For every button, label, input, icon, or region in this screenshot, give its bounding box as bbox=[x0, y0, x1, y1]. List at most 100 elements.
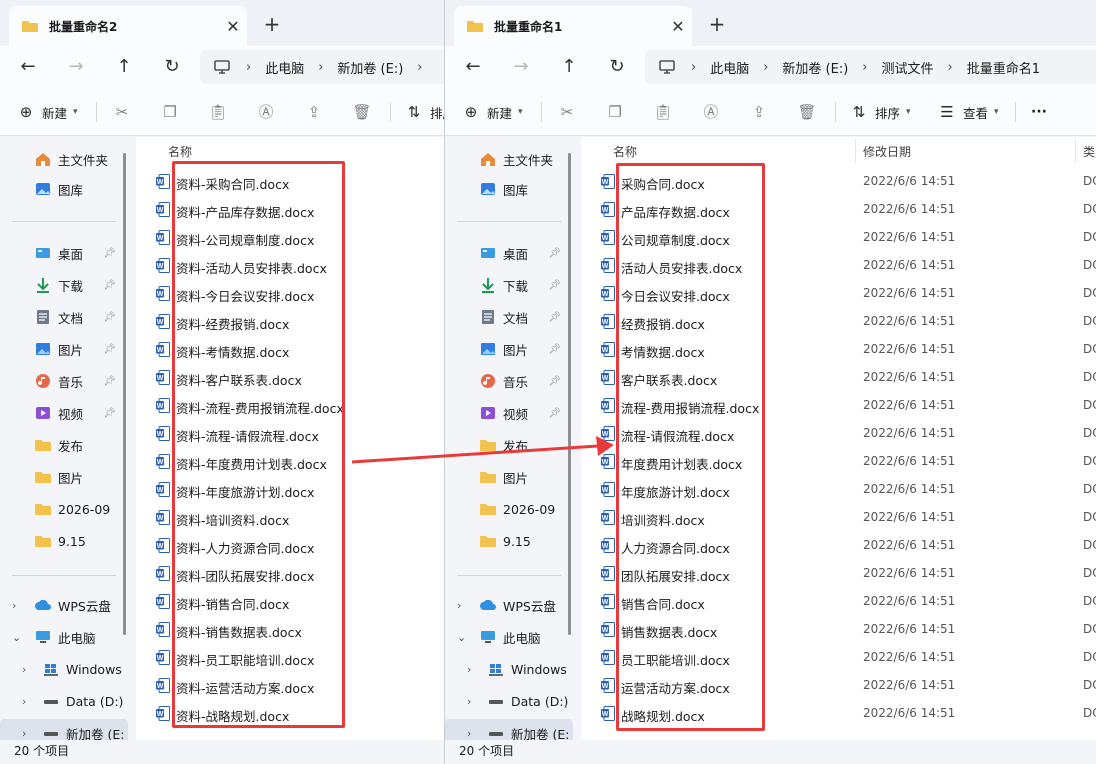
rename-button[interactable]: Ⓐ bbox=[256, 100, 276, 124]
column-header-name[interactable]: 名称 bbox=[613, 143, 637, 160]
new-button[interactable]: ⊕ 新建 ▾ bbox=[16, 100, 78, 124]
column-header-name[interactable]: 名称 bbox=[168, 143, 192, 160]
tab-active[interactable]: 批量重命名1 ✕ bbox=[454, 6, 692, 46]
nav-item-pictures-folder[interactable]: 图片 bbox=[445, 463, 573, 491]
back-button[interactable]: ← bbox=[14, 53, 42, 81]
file-row[interactable]: W 年度旅游计划.docx 2022/6/6 14:51 DO bbox=[581, 475, 1096, 503]
delete-button[interactable]: 🗑︎ bbox=[797, 100, 817, 124]
new-button[interactable]: ⊕ 新建 ▾ bbox=[461, 100, 523, 124]
file-row[interactable]: W 考情数据.docx 2022/6/6 14:51 DO bbox=[581, 335, 1096, 363]
sort-button[interactable]: ⇅ 排序 bbox=[404, 100, 444, 124]
file-row[interactable]: W 运营活动方案.docx 2022/6/6 14:51 DO bbox=[581, 671, 1096, 699]
nav-item-home[interactable]: 主文件夹 bbox=[445, 145, 573, 173]
nav-item-folder-2026[interactable]: 2026-09 bbox=[0, 495, 128, 523]
close-tab-icon[interactable]: ✕ bbox=[664, 17, 692, 36]
file-row[interactable]: W 流程-请假流程.docx 2022/6/6 14:51 DO bbox=[581, 419, 1096, 447]
nav-item-documents[interactable]: 文档 📌︎ bbox=[0, 303, 128, 331]
delete-button[interactable]: 🗑︎ bbox=[352, 100, 372, 124]
chevron-right-icon[interactable]: › bbox=[22, 727, 26, 740]
nav-item-this-pc[interactable]: ⌄ 此电脑 bbox=[0, 623, 128, 651]
copy-button[interactable]: ❐ bbox=[605, 100, 625, 124]
share-button[interactable]: ⇪ bbox=[304, 100, 324, 124]
file-row[interactable]: W 客户联系表.docx 2022/6/6 14:51 DO bbox=[581, 363, 1096, 391]
breadcrumb-test-files[interactable]: 测试文件 bbox=[872, 58, 944, 77]
chevron-right-icon[interactable]: › bbox=[12, 599, 16, 612]
file-row[interactable]: W 团队拓展安排.docx 2022/6/6 14:51 DO bbox=[581, 559, 1096, 587]
column-divider[interactable] bbox=[1075, 139, 1076, 163]
forward-button[interactable]: → bbox=[507, 53, 535, 81]
file-row[interactable]: W 资料-战略规划.docx bbox=[136, 699, 444, 727]
nav-item-videos[interactable]: 视频 📌︎ bbox=[445, 399, 573, 427]
nav-item-gallery[interactable]: 图库 bbox=[0, 175, 128, 203]
address-bar[interactable]: › 此电脑 › 新加卷 (E:) › bbox=[200, 50, 444, 84]
file-row[interactable]: W 经费报销.docx 2022/6/6 14:51 DO bbox=[581, 307, 1096, 335]
new-tab-button[interactable]: + bbox=[703, 10, 731, 38]
more-options-button[interactable]: ··· bbox=[1031, 100, 1047, 124]
chevron-right-icon[interactable]: › bbox=[22, 695, 26, 708]
file-row[interactable]: W 流程-费用报销流程.docx 2022/6/6 14:51 DO bbox=[581, 391, 1096, 419]
nav-item-pictures[interactable]: 图片 📌︎ bbox=[445, 335, 573, 363]
copy-button[interactable]: ❐ bbox=[160, 100, 180, 124]
file-row[interactable]: W 资料-公司规章制度.docx bbox=[136, 223, 444, 251]
file-row[interactable]: W 资料-培训资料.docx bbox=[136, 503, 444, 531]
file-row[interactable]: W 销售数据表.docx 2022/6/6 14:51 DO bbox=[581, 615, 1096, 643]
cut-button[interactable]: ✂ bbox=[557, 100, 577, 124]
nav-item-this-pc[interactable]: ⌄ 此电脑 bbox=[445, 623, 573, 651]
refresh-button[interactable]: ↻ bbox=[603, 53, 631, 81]
file-row[interactable]: W 采购合同.docx 2022/6/6 14:51 DO bbox=[581, 167, 1096, 195]
column-divider[interactable] bbox=[855, 139, 856, 163]
breadcrumb-volume-e[interactable]: 新加卷 (E:) bbox=[772, 58, 858, 77]
file-row[interactable]: W 资料-流程-费用报销流程.docx bbox=[136, 391, 444, 419]
file-row[interactable]: W 资料-流程-请假流程.docx bbox=[136, 419, 444, 447]
back-button[interactable]: ← bbox=[459, 53, 487, 81]
file-row[interactable]: W 资料-客户联系表.docx bbox=[136, 363, 444, 391]
file-row[interactable]: W 资料-销售数据表.docx bbox=[136, 615, 444, 643]
nav-item-desktop[interactable]: 桌面 📌︎ bbox=[0, 239, 128, 267]
view-button[interactable]: ☰ 查看 ▾ bbox=[937, 100, 998, 124]
breadcrumb-this-pc[interactable]: 此电脑 bbox=[700, 58, 759, 77]
file-row[interactable]: W 资料-年度旅游计划.docx bbox=[136, 475, 444, 503]
chevron-down-icon[interactable]: ⌄ bbox=[457, 631, 466, 644]
nav-scrollbar[interactable] bbox=[123, 153, 126, 635]
nav-item-new-volume-e[interactable]: › 新加卷 (E: bbox=[445, 719, 573, 740]
nav-item-documents[interactable]: 文档 📌︎ bbox=[445, 303, 573, 331]
nav-item-folder-915[interactable]: 9.15 bbox=[0, 527, 128, 555]
up-button[interactable]: ↑ bbox=[110, 53, 138, 81]
nav-item-home[interactable]: 主文件夹 bbox=[0, 145, 128, 173]
file-row[interactable]: W 资料-运营活动方案.docx bbox=[136, 671, 444, 699]
file-row[interactable]: W 资料-采购合同.docx bbox=[136, 167, 444, 195]
nav-item-publish[interactable]: 发布 bbox=[0, 431, 128, 459]
sort-button[interactable]: ⇅ 排序 ▾ bbox=[849, 100, 911, 124]
paste-button[interactable]: 📋︎ bbox=[653, 100, 673, 124]
file-row[interactable]: W 资料-活动人员安排表.docx bbox=[136, 251, 444, 279]
nav-item-windows-drive[interactable]: › Windows bbox=[445, 655, 573, 683]
nav-item-desktop[interactable]: 桌面 📌︎ bbox=[445, 239, 573, 267]
refresh-button[interactable]: ↻ bbox=[158, 53, 186, 81]
file-row[interactable]: W 今日会议安排.docx 2022/6/6 14:51 DO bbox=[581, 279, 1096, 307]
close-tab-icon[interactable]: ✕ bbox=[219, 17, 247, 36]
cut-button[interactable]: ✂ bbox=[112, 100, 132, 124]
rename-button[interactable]: Ⓐ bbox=[701, 100, 721, 124]
address-bar[interactable]: › 此电脑 › 新加卷 (E:) › 测试文件 › 批量重命名1 bbox=[645, 50, 1096, 84]
nav-item-downloads[interactable]: 下载 📌︎ bbox=[445, 271, 573, 299]
tab-active[interactable]: 批量重命名2 ✕ bbox=[9, 6, 247, 46]
nav-item-windows-drive[interactable]: › Windows bbox=[0, 655, 128, 683]
file-row[interactable]: W 资料-员工职能培训.docx bbox=[136, 643, 444, 671]
breadcrumb-this-pc[interactable]: 此电脑 bbox=[255, 58, 314, 77]
breadcrumb-volume-e[interactable]: 新加卷 (E:) bbox=[327, 58, 413, 77]
nav-item-videos[interactable]: 视频 📌︎ bbox=[0, 399, 128, 427]
nav-item-new-volume-e[interactable]: › 新加卷 (E: bbox=[0, 719, 128, 740]
share-button[interactable]: ⇪ bbox=[749, 100, 769, 124]
column-header-date[interactable]: 修改日期 bbox=[863, 143, 911, 160]
breadcrumb-current-folder[interactable]: 批量重命名1 bbox=[957, 58, 1050, 77]
file-row[interactable]: W 资料-年度费用计划表.docx bbox=[136, 447, 444, 475]
nav-item-pictures-folder[interactable]: 图片 bbox=[0, 463, 128, 491]
file-row[interactable]: W 资料-考情数据.docx bbox=[136, 335, 444, 363]
paste-button[interactable]: 📋︎ bbox=[208, 100, 228, 124]
file-row[interactable]: W 战略规划.docx 2022/6/6 14:51 DO bbox=[581, 699, 1096, 727]
file-row[interactable]: W 人力资源合同.docx 2022/6/6 14:51 DO bbox=[581, 531, 1096, 559]
nav-item-data-d[interactable]: › Data (D:) bbox=[445, 687, 573, 715]
forward-button[interactable]: → bbox=[62, 53, 90, 81]
up-button[interactable]: ↑ bbox=[555, 53, 583, 81]
nav-item-downloads[interactable]: 下载 📌︎ bbox=[0, 271, 128, 299]
